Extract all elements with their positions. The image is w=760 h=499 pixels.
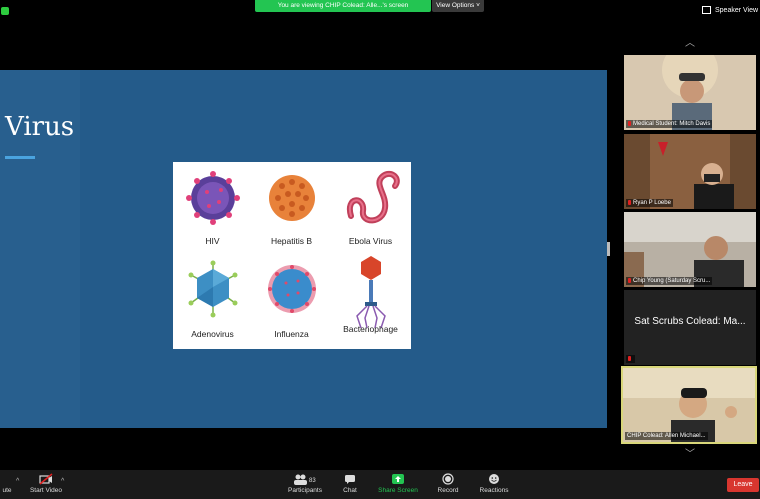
video-tile[interactable]: Sat Scrubs Colead: Ma... [624, 290, 756, 365]
title-underline [5, 156, 35, 159]
view-options-label: View Options [436, 2, 475, 9]
slide-title: Virus [5, 112, 75, 142]
view-options-button[interactable]: View Options ˅ [432, 0, 484, 12]
participant-name: Chip Young (Saturday Scru... [626, 276, 713, 285]
participant-name: Medical Student: Mitch Davis [626, 119, 713, 128]
video-options-caret-icon[interactable]: ^ [61, 478, 64, 485]
reactions-label: Reactions [479, 487, 509, 494]
share-screen-label: Share Screen [378, 487, 418, 494]
video-tile-active-speaker[interactable]: CHIP Colead: Allen Michael... [621, 366, 757, 444]
influenza-virus-icon [268, 265, 316, 313]
video-tile[interactable]: Medical Student: Mitch Davis [624, 55, 756, 130]
scroll-up-chevron-icon[interactable]: ︿ [682, 39, 698, 49]
video-feed [624, 55, 756, 130]
video-tile[interactable]: Ryan P Loebe [624, 134, 756, 209]
start-video-label: Start Video [29, 487, 63, 494]
hiv-virus-icon [186, 171, 240, 225]
virus-cell-bacteriophage: Bacteriophage [331, 250, 410, 340]
record-button[interactable]: Record [434, 470, 462, 499]
unmute-button[interactable]: ute [0, 470, 14, 499]
muted-mic-icon [628, 355, 631, 361]
reactions-button[interactable]: Reactions [476, 470, 512, 499]
virus-cell-hepatitis-b: Hepatitis B [252, 162, 331, 252]
virus-label: Influenza [274, 329, 309, 339]
meeting-top-bar: You are viewing CHIP Colead: Alle...'s s… [0, 0, 760, 18]
participants-count: 83 [309, 478, 316, 484]
muted-mic-icon [628, 277, 631, 283]
virus-label: Hepatitis B [270, 236, 313, 246]
record-icon [442, 473, 454, 485]
video-feed [624, 212, 756, 287]
panel-resize-handle[interactable] [607, 242, 610, 256]
start-video-button[interactable]: Start Video [26, 470, 66, 499]
participant-name-placeholder: Sat Scrubs Colead: Ma... [634, 316, 746, 327]
participants-button[interactable]: 83 Participants [284, 470, 326, 499]
video-tile[interactable]: Chip Young (Saturday Scru... [624, 212, 756, 287]
scroll-down-chevron-icon[interactable]: ﹀ [682, 450, 698, 460]
video-feed [624, 134, 756, 209]
virus-cell-hiv: HIV [173, 162, 252, 252]
hepatitis-b-virus-icon [269, 175, 315, 221]
virus-label: HIV [205, 236, 220, 246]
video-off-icon [39, 473, 53, 485]
virus-image-grid: HIV Hepatitis B Ebola Virus Adenovirus I… [173, 162, 411, 349]
leave-button[interactable]: Leave [727, 478, 759, 492]
virus-cell-influenza: Influenza [252, 255, 331, 345]
participants-label: Participants [288, 487, 322, 494]
participant-name: CHIP Colead: Allen Michael... [625, 432, 708, 440]
chat-bubble-icon [345, 475, 355, 484]
audio-options-caret-icon[interactable]: ^ [16, 478, 19, 485]
speaker-view-button[interactable]: Speaker View [702, 4, 760, 18]
virus-cell-adenovirus: Adenovirus [173, 255, 252, 345]
chat-button[interactable]: Chat [338, 470, 362, 499]
smiley-icon [489, 474, 499, 484]
muted-mic-icon [628, 120, 631, 126]
record-label: Record [437, 487, 459, 494]
virus-label: Adenovirus [191, 329, 234, 339]
share-screen-icon [392, 474, 404, 484]
ebola-virus-icon [346, 170, 400, 224]
muted-mic-icon [628, 199, 631, 205]
participant-name [626, 354, 635, 363]
share-screen-button[interactable]: Share Screen [376, 470, 420, 499]
virus-cell-ebola: Ebola Virus [331, 162, 410, 252]
virus-label: Ebola Virus [348, 236, 393, 246]
participants-icon: 83 [294, 474, 316, 485]
speaker-view-label: Speaker View [715, 7, 759, 14]
unmute-label: ute [2, 487, 12, 494]
participant-name: Ryan P Loebe [626, 198, 673, 207]
grid-icon [702, 6, 711, 15]
adenovirus-icon [188, 260, 238, 318]
security-shield-icon[interactable] [1, 7, 9, 15]
video-feed [623, 368, 755, 442]
bacteriophage-icon [356, 256, 386, 329]
microphone-icon [0, 473, 14, 485]
screen-share-banner: You are viewing CHIP Colead: Alle...'s s… [255, 0, 431, 12]
chat-label: Chat [343, 487, 357, 494]
virus-label: Bacteriophage [343, 324, 398, 334]
